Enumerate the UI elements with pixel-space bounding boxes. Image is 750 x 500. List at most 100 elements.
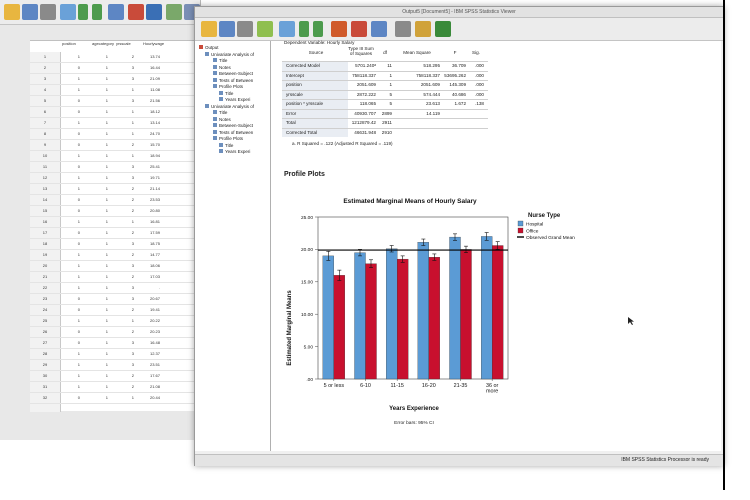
data-cell[interactable]: 1 xyxy=(110,87,134,92)
data-cell[interactable]: 1 xyxy=(56,263,80,268)
data-cell[interactable]: 1 xyxy=(56,351,80,356)
data-cell[interactable]: 1 xyxy=(84,87,108,92)
data-cell[interactable]: 0 xyxy=(56,340,80,345)
data-cell[interactable]: 1 xyxy=(56,120,80,125)
anova-table[interactable]: Source Type III Sum of Squares df Mean Squa… xyxy=(270,40,720,180)
outline-item[interactable]: Between-Subject xyxy=(219,71,253,76)
data-cell[interactable]: 2 xyxy=(110,142,134,147)
data-cell[interactable]: 1 xyxy=(56,362,80,367)
outline-item[interactable]: Univariate Analysis of xyxy=(211,52,254,57)
open-folder-icon[interactable] xyxy=(201,21,217,37)
goto-case-icon[interactable] xyxy=(351,21,367,37)
data-cell[interactable]: 1 xyxy=(84,54,108,59)
data-cell[interactable]: 1 xyxy=(84,208,108,213)
profile-plot-chart[interactable]: Estimated Marginal Means of Hourly Salar… xyxy=(280,188,610,438)
data-cell[interactable]: 20.23 xyxy=(136,329,160,334)
data-cell[interactable]: 25.41 xyxy=(136,164,160,169)
data-cell[interactable]: 1 xyxy=(84,340,108,345)
outline-item[interactable]: Title xyxy=(219,58,227,63)
data-cell[interactable]: 1 xyxy=(56,274,80,279)
data-cell[interactable]: 0 xyxy=(56,241,80,246)
data-cell[interactable]: 16.48 xyxy=(136,340,160,345)
data-cell[interactable]: 21.09 xyxy=(136,76,160,81)
print-icon[interactable] xyxy=(237,21,253,37)
data-cell[interactable]: 0 xyxy=(56,109,80,114)
data-cell[interactable]: 0 xyxy=(56,142,80,147)
outline-item[interactable]: Profile Plots xyxy=(219,84,243,89)
data-cell[interactable]: 3 xyxy=(110,340,134,345)
data-cell[interactable]: 1 xyxy=(84,252,108,257)
data-cell[interactable]: 1 xyxy=(56,219,80,224)
data-cell[interactable]: 1 xyxy=(84,142,108,147)
data-cell[interactable]: 17.03 xyxy=(136,274,160,279)
data-cell[interactable]: 1 xyxy=(84,263,108,268)
data-cell[interactable]: 1 xyxy=(84,164,108,169)
data-cell[interactable]: 1 xyxy=(84,230,108,235)
data-cell[interactable]: 0 xyxy=(56,307,80,312)
outline-item[interactable]: Years Experi xyxy=(225,97,250,102)
data-cell[interactable]: 1 xyxy=(110,318,134,323)
data-cell[interactable]: 1 xyxy=(56,252,80,257)
data-cell[interactable]: 19.41 xyxy=(136,307,160,312)
data-cell[interactable]: 1 xyxy=(110,120,134,125)
redo-icon[interactable] xyxy=(313,21,323,37)
data-cell[interactable]: 0 xyxy=(56,197,80,202)
data-cell[interactable]: 18.06 xyxy=(136,263,160,268)
data-cell[interactable]: 1 xyxy=(56,186,80,191)
data-cell[interactable]: 24.70 xyxy=(136,131,160,136)
undo-icon[interactable] xyxy=(299,21,309,37)
data-cell[interactable]: 13.14 xyxy=(136,120,160,125)
data-cell[interactable]: 2 xyxy=(110,186,134,191)
data-cell[interactable]: 17.67 xyxy=(136,373,160,378)
outline-item[interactable]: Title xyxy=(225,91,233,96)
data-cell[interactable]: 20.22 xyxy=(136,318,160,323)
outline-item[interactable]: Notes xyxy=(219,65,231,70)
data-cell[interactable]: 21.14 xyxy=(136,186,160,191)
data-cell[interactable]: 0 xyxy=(56,208,80,213)
outline-item[interactable]: Years Experi xyxy=(225,149,250,154)
data-cell[interactable]: 1 xyxy=(56,87,80,92)
data-cell[interactable]: 1 xyxy=(56,153,80,158)
data-cell[interactable]: 1 xyxy=(56,175,80,180)
data-cell[interactable]: 1 xyxy=(84,285,108,290)
outline-item[interactable]: Univariate Analysis of xyxy=(211,104,254,109)
data-cell[interactable]: 1 xyxy=(84,274,108,279)
data-cell[interactable]: 1 xyxy=(110,109,134,114)
data-cell[interactable]: 16.81 xyxy=(136,219,160,224)
data-cell[interactable]: 0 xyxy=(56,65,80,70)
data-cell[interactable]: 1 xyxy=(56,285,80,290)
data-cell[interactable]: 1 xyxy=(84,175,108,180)
data-cell[interactable]: 3 xyxy=(110,65,134,70)
data-cell[interactable]: 1 xyxy=(110,395,134,400)
data-cell[interactable]: 3 xyxy=(110,164,134,169)
data-cell[interactable]: 1 xyxy=(84,296,108,301)
data-cell[interactable]: 2 xyxy=(110,329,134,334)
data-cell[interactable]: 11.08 xyxy=(136,87,160,92)
data-cell[interactable]: 0 xyxy=(56,131,80,136)
data-cell[interactable]: 1 xyxy=(84,329,108,334)
data-cell[interactable]: 23.53 xyxy=(136,197,160,202)
data-cell[interactable]: 3 xyxy=(110,76,134,81)
data-cell[interactable]: 3 xyxy=(110,98,134,103)
data-cell[interactable]: 0 xyxy=(56,395,80,400)
outline-item[interactable]: Tests of Between xyxy=(219,78,253,83)
data-cell[interactable]: 0 xyxy=(56,329,80,334)
outline-item[interactable]: Between-Subject xyxy=(219,123,253,128)
data-cell[interactable]: 1 xyxy=(84,318,108,323)
data-cell[interactable]: 2 xyxy=(110,274,134,279)
data-cell[interactable]: 1 xyxy=(84,65,108,70)
data-cell[interactable]: 13.74 xyxy=(136,54,160,59)
data-cell[interactable]: 21.56 xyxy=(136,98,160,103)
data-cell[interactable]: 0 xyxy=(56,164,80,169)
data-cell[interactable]: 1 xyxy=(84,131,108,136)
data-cell[interactable]: 2 xyxy=(110,208,134,213)
data-cell[interactable]: 21.08 xyxy=(136,384,160,389)
data-cell[interactable]: 1 xyxy=(84,384,108,389)
data-cell[interactable]: 3 xyxy=(110,362,134,367)
data-cell[interactable]: 1 xyxy=(56,373,80,378)
data-cell[interactable]: 20.67 xyxy=(136,296,160,301)
data-cell[interactable]: 1 xyxy=(56,384,80,389)
data-cell[interactable]: 2 xyxy=(110,252,134,257)
data-cell[interactable]: 18.75 xyxy=(136,241,160,246)
data-cell[interactable]: 0 xyxy=(56,98,80,103)
